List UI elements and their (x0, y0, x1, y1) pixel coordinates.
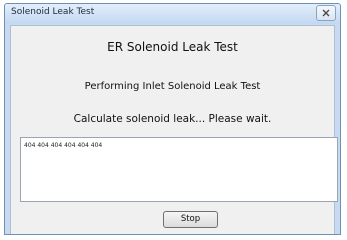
window-title: Solenoid Leak Test (11, 7, 95, 17)
close-icon (322, 9, 330, 17)
test-description: Performing Inlet Solenoid Leak Test (84, 81, 261, 92)
title-bar[interactable]: Solenoid Leak Test (5, 4, 340, 24)
dialog-content: ER Solenoid Leak Test Performing Inlet S… (10, 25, 338, 234)
dialog-heading: ER Solenoid Leak Test (107, 40, 238, 54)
close-button[interactable] (316, 5, 336, 21)
log-text: 404 404 404 404 404 404 (24, 142, 103, 149)
stop-button[interactable]: Stop (163, 211, 218, 228)
log-textbox[interactable]: 404 404 404 404 404 404 (20, 137, 338, 202)
dialog-window: Solenoid Leak Test ER Solenoid Leak Test… (4, 3, 341, 235)
status-message: Calculate solenoid leak... Please wait. (73, 113, 272, 125)
